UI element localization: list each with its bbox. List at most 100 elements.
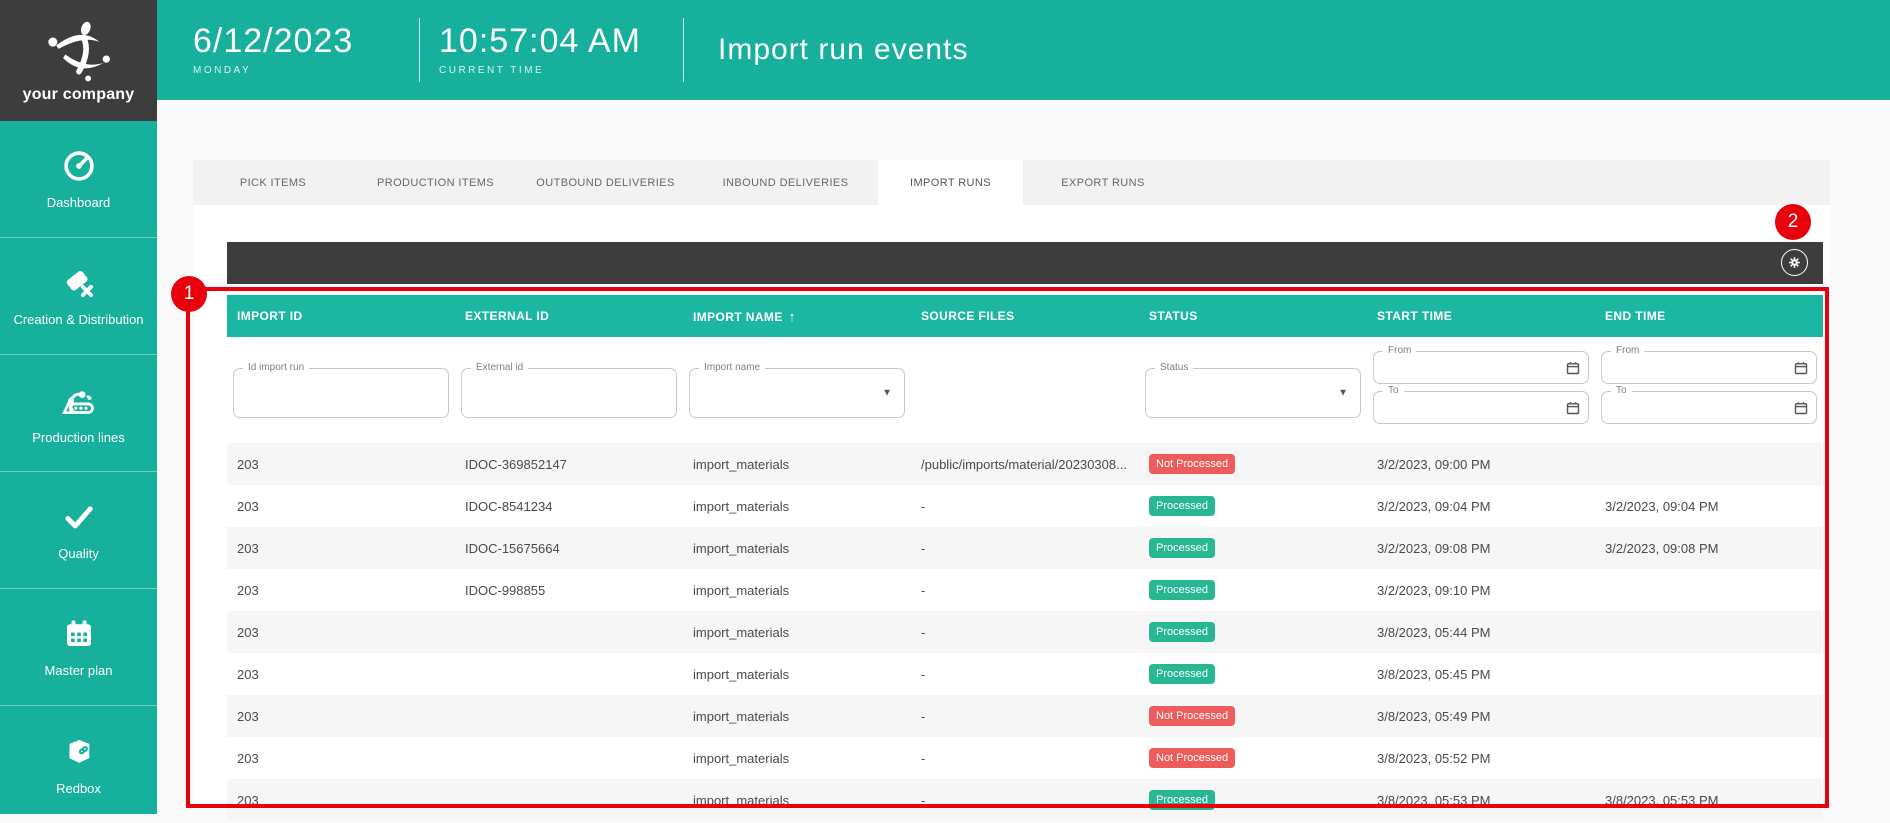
cell-start-time: 3/2/2023, 09:04 PM xyxy=(1367,499,1595,514)
cell-start-time: 3/8/2023, 05:45 PM xyxy=(1367,667,1595,682)
status-badge: Processed xyxy=(1149,496,1215,516)
cell-source-files: - xyxy=(911,709,1139,724)
sidebar-item-quality[interactable]: Quality xyxy=(0,472,157,589)
header-divider xyxy=(683,18,684,82)
calendar-icon[interactable] xyxy=(1794,361,1808,375)
tab-production-items[interactable]: PRODUCTION ITEMS xyxy=(353,160,518,205)
cell-import-id: 203 xyxy=(227,793,455,808)
table-row[interactable]: 203 import_materials - Not Processed 3/8… xyxy=(227,737,1823,779)
cell-import-name: import_materials xyxy=(683,793,911,808)
cell-end-time: 3/2/2023, 09:04 PM xyxy=(1595,499,1823,514)
tab-outbound-deliveries[interactable]: OUTBOUND DELIVERIES xyxy=(518,160,693,205)
calendar-icon xyxy=(61,616,97,652)
cell-import-id: 203 xyxy=(227,751,455,766)
filter-import-name-select[interactable]: Import name ▼ xyxy=(689,368,905,418)
column-header-end-time[interactable]: END TIME xyxy=(1595,309,1823,323)
tab-bar: PICK ITEMS PRODUCTION ITEMS OUTBOUND DEL… xyxy=(193,160,1830,205)
filter-status-input[interactable] xyxy=(1146,369,1360,417)
cell-import-id: 203 xyxy=(227,541,455,556)
table-row[interactable]: 203 IDOC-15675664 import_materials - Pro… xyxy=(227,527,1823,569)
sidebar-item-master-plan[interactable]: Master plan xyxy=(0,589,157,706)
column-header-source-files[interactable]: SOURCE FILES xyxy=(911,309,1139,323)
filter-start-to-input[interactable] xyxy=(1374,392,1588,423)
column-header-import-name[interactable]: IMPORT NAME↑ xyxy=(683,309,911,324)
table-row[interactable]: 203 IDOC-8541234 import_materials - Proc… xyxy=(227,485,1823,527)
cell-status: Processed xyxy=(1139,664,1367,684)
cell-status: Not Processed xyxy=(1139,454,1367,474)
table-row[interactable]: 203 IDOC-369852147 import_materials /pub… xyxy=(227,443,1823,485)
robot-conveyor-icon xyxy=(60,381,98,419)
filter-start-from-input[interactable] xyxy=(1374,352,1588,383)
column-header-external-id[interactable]: EXTERNAL ID xyxy=(455,309,683,323)
cell-source-files: - xyxy=(911,583,1139,598)
cell-status: Processed xyxy=(1139,622,1367,642)
cell-source-files: - xyxy=(911,793,1139,808)
cell-external-id: IDOC-8541234 xyxy=(455,499,683,514)
cell-import-id: 203 xyxy=(227,583,455,598)
brand-name: your company xyxy=(23,86,135,104)
sort-ascending-icon: ↑ xyxy=(789,309,796,324)
column-header-import-id[interactable]: IMPORT ID xyxy=(227,309,455,323)
calendar-icon[interactable] xyxy=(1794,401,1808,415)
current-date: 6/12/2023 xyxy=(193,24,419,58)
table-row[interactable]: 203 import_materials - Processed 3/8/202… xyxy=(227,653,1823,695)
sidebar-item-label: Creation & Distribution xyxy=(7,312,149,327)
chevron-down-icon: ▼ xyxy=(1338,388,1348,399)
cell-import-id: 203 xyxy=(227,709,455,724)
company-logo: your company xyxy=(0,0,157,121)
status-badge: Not Processed xyxy=(1149,706,1235,726)
sidebar-item-redbox[interactable]: Redbox xyxy=(0,706,157,823)
tag-x-icon xyxy=(61,265,97,301)
status-badge: Processed xyxy=(1149,622,1215,642)
cell-import-id: 203 xyxy=(227,625,455,640)
sidebar-item-production-lines[interactable]: Production lines xyxy=(0,355,157,472)
table-row[interactable]: 203 IDOC-998855 import_materials - Proce… xyxy=(227,569,1823,611)
calendar-icon[interactable] xyxy=(1566,401,1580,415)
tab-inbound-deliveries[interactable]: INBOUND DELIVERIES xyxy=(693,160,878,205)
tab-pick-items[interactable]: PICK ITEMS xyxy=(193,160,353,205)
cell-import-name: import_materials xyxy=(683,709,911,724)
column-header-start-time[interactable]: START TIME xyxy=(1367,309,1595,323)
filter-end-from-input[interactable] xyxy=(1602,352,1816,383)
table-row[interactable]: 203 import_materials - Not Processed 3/8… xyxy=(227,695,1823,737)
cell-status: Not Processed xyxy=(1139,748,1367,768)
filter-cell-status: Status ▼ xyxy=(1139,337,1367,443)
status-badge: Processed xyxy=(1149,790,1215,810)
filter-cell-import-name: Import name ▼ xyxy=(683,337,911,443)
sidebar-item-label: Redbox xyxy=(50,781,107,796)
cell-status: Not Processed xyxy=(1139,706,1367,726)
cell-start-time: 3/8/2023, 05:53 PM xyxy=(1367,793,1595,808)
filter-import-name-input[interactable] xyxy=(690,369,904,417)
filter-status-select[interactable]: Status ▼ xyxy=(1145,368,1361,418)
cell-end-time: 3/2/2023, 09:08 PM xyxy=(1595,541,1823,556)
cell-source-files: - xyxy=(911,751,1139,766)
table-row[interactable]: 203 import_materials - Processed 3/8/202… xyxy=(227,611,1823,653)
filter-import-id-field: Id import run xyxy=(233,368,449,418)
box-icon xyxy=(60,732,98,770)
cell-start-time: 3/8/2023, 05:52 PM xyxy=(1367,751,1595,766)
cell-status: Processed xyxy=(1139,496,1367,516)
sidebar-item-label: Dashboard xyxy=(41,195,117,210)
tab-export-runs[interactable]: EXPORT RUNS xyxy=(1023,160,1183,205)
cell-source-files: - xyxy=(911,541,1139,556)
table-toolbar xyxy=(227,242,1823,284)
filter-external-id-input[interactable] xyxy=(462,369,676,417)
cell-import-name: import_materials xyxy=(683,457,911,472)
status-badge: Not Processed xyxy=(1149,454,1235,474)
page-title: Import run events xyxy=(718,33,968,67)
filter-end-to-input[interactable] xyxy=(1602,392,1816,423)
sidebar-item-creation-distribution[interactable]: Creation & Distribution xyxy=(0,238,157,355)
cell-import-name: import_materials xyxy=(683,667,911,682)
cell-source-files: - xyxy=(911,667,1139,682)
settings-button[interactable] xyxy=(1781,249,1808,276)
sidebar-item-dashboard[interactable]: Dashboard xyxy=(0,121,157,238)
column-header-status[interactable]: STATUS xyxy=(1139,309,1367,323)
tab-import-runs[interactable]: IMPORT RUNS xyxy=(878,160,1023,205)
sidebar-item-label: Quality xyxy=(52,546,104,561)
filter-import-id-input[interactable] xyxy=(234,369,448,417)
company-logo-icon xyxy=(42,17,116,83)
table-row[interactable]: 203 import_materials - Processed 3/8/202… xyxy=(227,779,1823,821)
filter-cell-start-time: From To xyxy=(1367,337,1595,443)
calendar-icon[interactable] xyxy=(1566,361,1580,375)
cell-start-time: 3/2/2023, 09:10 PM xyxy=(1367,583,1595,598)
